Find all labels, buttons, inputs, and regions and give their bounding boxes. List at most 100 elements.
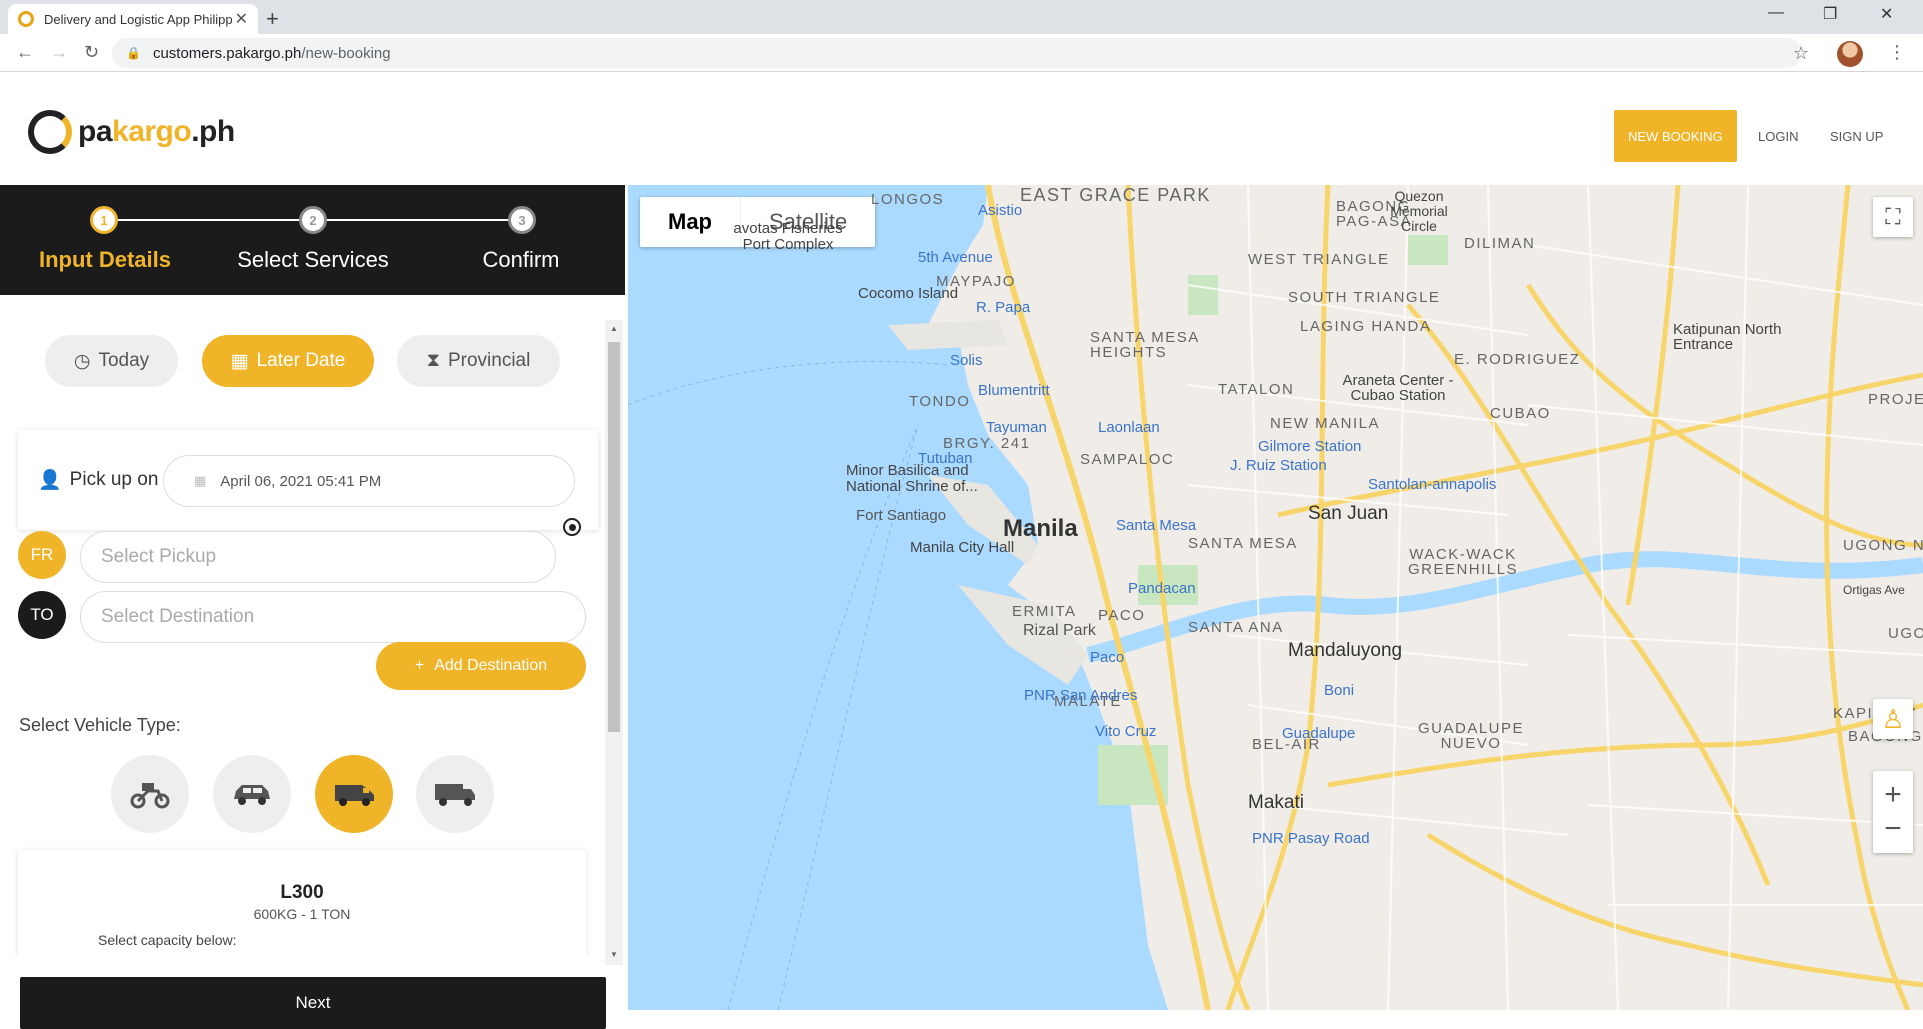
step-3-label: Confirm [482, 247, 560, 272]
map-label-pnr-pasay: PNR Pasay Road [1252, 830, 1370, 847]
booking-form: ◷ Today ▦ Later Date ⧗ Provincial 👤 Pick… [0, 295, 625, 955]
signup-link[interactable]: SIGN UP [1816, 110, 1897, 162]
map-label-navotas: avotas Fisheries Port Complex [733, 220, 843, 253]
browser-tab[interactable]: Delivery and Logistic App Philipp ✕ [8, 4, 258, 34]
bookmark-star-icon[interactable]: ☆ [1793, 43, 1809, 64]
map-label-ugong: UGO [1888, 625, 1923, 642]
fullscreen-icon[interactable]: ⛶ [1873, 197, 1913, 237]
map-label-west-triangle: WEST TRIANGLE [1248, 251, 1390, 268]
next-button[interactable]: Next [20, 977, 606, 1029]
street-view-pegman-icon[interactable]: ♙ [1873, 699, 1913, 739]
van-icon [335, 785, 374, 806]
vehicle-truck-button[interactable] [416, 755, 494, 833]
map-label-wack-wack: WACK-WACK GREENHILLS [1407, 546, 1519, 578]
form-scrollbar[interactable]: ▲ ▼ [605, 320, 623, 965]
map-label-vito-cruz: Vito Cruz [1095, 723, 1157, 740]
map-label-tatalon: TATALON [1218, 381, 1295, 398]
map-label-pnr-san-andres: PNR San Andres [1024, 687, 1138, 704]
map-label-new-manila: NEW MANILA [1270, 415, 1381, 432]
map-label-guadalupe-nuevo: GUADALUPE NUEVO [1417, 720, 1525, 752]
restore-icon[interactable]: ❐ [1823, 4, 1837, 24]
step-3-dot: 3 [508, 206, 536, 234]
booking-stepper: 1 2 3 Input Details Select Services Conf… [0, 185, 625, 295]
map-label-e-rodriguez: E. RODRIGUEZ [1454, 351, 1581, 368]
browser-menu-icon[interactable]: ⋮ [1888, 42, 1906, 63]
map-label-santolan: Santolan-annapolis [1368, 476, 1497, 493]
map-label-san-juan: San Juan [1308, 503, 1389, 524]
vehicle-capacity: 600KG - 1 TON [253, 906, 351, 922]
map-view[interactable]: Map Satellite Manila San Juan Mandaluyon… [628, 185, 1923, 1010]
calendar-small-icon: ▦ [194, 473, 207, 488]
scroll-up-icon[interactable]: ▲ [610, 324, 618, 333]
map-label-ortigas: Ortigas Ave [1843, 583, 1905, 597]
map-label-j-ruiz: J. Ruiz Station [1230, 457, 1327, 474]
map-label-boni: Boni [1324, 682, 1355, 699]
map-label-paco-station: Paco [1090, 649, 1125, 666]
site-header: pakargo.ph NEW BOOKING LOGIN SIGN UP [0, 72, 1923, 185]
motorcycle-icon [130, 783, 170, 809]
vehicle-type-label: Select Vehicle Type: [19, 715, 181, 735]
provincial-button[interactable]: ⧗ Provincial [397, 335, 560, 387]
tab-title: Delivery and Logistic App Philipp [44, 11, 233, 27]
zoom-control: + − [1873, 771, 1913, 853]
scroll-down-icon[interactable]: ▼ [610, 950, 618, 959]
reload-icon[interactable]: ↻ [84, 42, 99, 63]
map-label-gilmore: Gilmore Station [1258, 438, 1362, 455]
login-link[interactable]: LOGIN [1744, 110, 1812, 162]
zoom-out-icon[interactable]: − [1884, 812, 1902, 846]
minimize-icon[interactable]: — [1768, 4, 1784, 22]
map-label-laging-handa: LAGING HANDA [1300, 318, 1432, 335]
map-label-rizal-park: Rizal Park [1023, 622, 1096, 639]
map-label-ugong-n: UGONG N [1843, 537, 1923, 554]
url-path: /new-booking [301, 44, 391, 62]
address-bar: ← → ↻ 🔒 customers.pakargo.ph /new-bookin… [0, 34, 1923, 72]
map-label-mandaluyong: Mandaluyong [1288, 640, 1403, 661]
favicon-icon [18, 11, 34, 27]
new-tab-icon[interactable]: + [266, 6, 279, 32]
later-date-button[interactable]: ▦ Later Date [202, 335, 374, 387]
scrollbar-thumb[interactable] [608, 342, 620, 732]
map-label-solis: Solis [950, 352, 983, 369]
url-host: customers.pakargo.ph [152, 44, 302, 62]
destination-input[interactable]: Select Destination [80, 591, 586, 643]
site-logo[interactable]: pakargo.ph [28, 110, 235, 154]
map-label-fort-santiago: Fort Santiago [856, 507, 947, 524]
new-booking-button[interactable]: NEW BOOKING [1614, 110, 1737, 162]
vehicle-sedan-button[interactable] [213, 755, 291, 833]
window-close-icon[interactable]: ✕ [1880, 4, 1893, 24]
selected-vehicle-card: L300 600KG - 1 TON Select capacity below… [18, 850, 586, 955]
locate-me-icon[interactable] [563, 518, 581, 536]
map-label-asistio: Asistio [978, 202, 1023, 219]
url-field[interactable]: 🔒 customers.pakargo.ph /new-booking [112, 38, 1802, 68]
map-label-r-papa: R. Papa [976, 299, 1031, 316]
map-label-manila-city-hall: Manila City Hall [910, 539, 1015, 556]
pickup-label: 👤 Pick up on [38, 469, 159, 491]
map-label-santa-ana: SANTA ANA [1188, 619, 1284, 636]
today-button[interactable]: ◷ Today [45, 335, 178, 387]
pickup-input[interactable]: Select Pickup [80, 531, 556, 583]
logo-mark-icon [28, 110, 72, 154]
back-icon[interactable]: ← [16, 42, 34, 63]
pickup-date-field[interactable]: ▦ April 06, 2021 05:41 PM [163, 455, 575, 507]
step-2-label: Select Services [237, 247, 389, 272]
step-2-dot: 2 [299, 206, 327, 234]
map-label-diliman: DILIMAN [1464, 235, 1536, 252]
map-label-araneta: Araneta Center - Cubao Station [1342, 372, 1454, 404]
tab-close-icon[interactable]: ✕ [235, 9, 248, 29]
forward-icon[interactable]: → [50, 42, 68, 63]
map-label-santa-mesa: SANTA MESA [1188, 535, 1298, 552]
vehicle-motorcycle-button[interactable] [111, 755, 189, 833]
map-label-projec: PROJEC [1868, 391, 1923, 408]
profile-avatar[interactable] [1837, 41, 1863, 67]
map-label-blumentritt: Blumentritt [978, 382, 1050, 399]
map-label-longos: LONGOS [871, 191, 945, 208]
map-label-quezon-memorial: Quezon Memorial Circle [1390, 188, 1448, 234]
plus-icon: + [414, 657, 425, 674]
map-label-minor-basilica: Minor Basilica and National Shrine of... [846, 462, 978, 495]
map-label-tutuban: Tutuban [918, 450, 973, 467]
map-label-cocomo-island: Cocomo Island [858, 285, 959, 302]
map-label-sampaloc: SAMPALOC [1080, 451, 1175, 468]
zoom-in-icon[interactable]: + [1884, 778, 1902, 812]
vehicle-van-button[interactable] [315, 755, 393, 833]
add-destination-button[interactable]: + Add Destination [376, 642, 586, 690]
